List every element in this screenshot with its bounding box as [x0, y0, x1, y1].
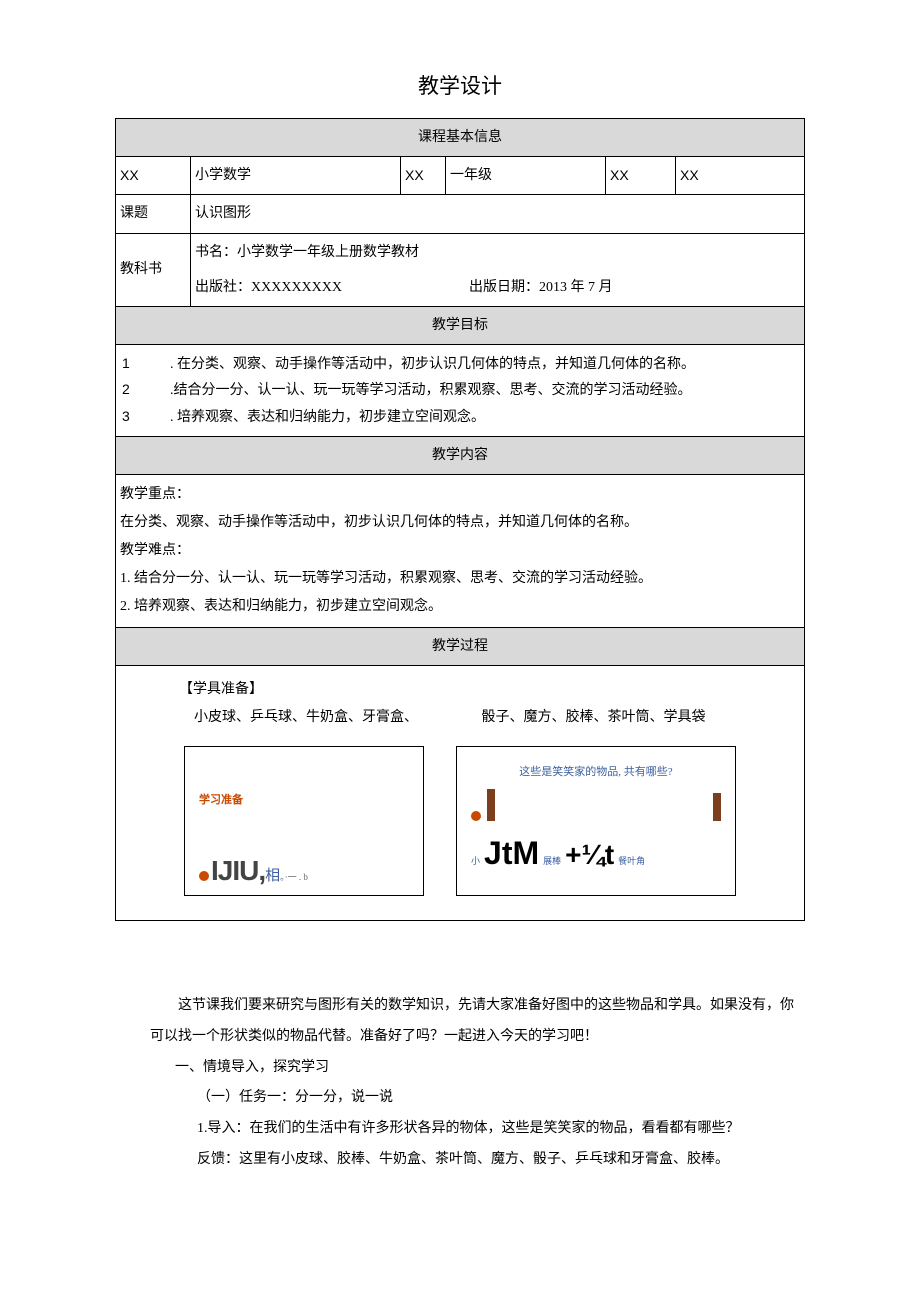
process-cell: 【学具准备】 小皮球、乒乓球、牛奶盒、牙膏盒、 骰子、魔方、胶棒、茶叶筒、学具袋… [116, 666, 805, 921]
box-right-row2: 小 JtM 展棒 +¼t 餐叶角 [471, 821, 721, 885]
body-h1: 一、情境导入，探究学习 [175, 1053, 805, 1084]
body-l2: 反馈：这里有小皮球、胶棒、牛奶盒、茶叶筒、魔方、骰子、乒乓球和牙膏盒、胶棒。 [197, 1145, 805, 1176]
prep-heading: 【学具准备】 [179, 676, 796, 704]
content-diff-2: 2. 培养观察、表达和归纳能力，初步建立空间观念。 [120, 593, 800, 621]
prep-items: 小皮球、乒乓球、牛奶盒、牙膏盒、 骰子、魔方、胶棒、茶叶筒、学具袋 [194, 704, 796, 732]
goal-1: 1. 在分类、观察、动手操作等活动中，初步认识几何体的特点，并知道几何体的名称。 [120, 351, 800, 377]
book-name-line: 书名：小学数学一年级上册数学教材 [195, 240, 800, 265]
info-row-1: XX 小学数学 XX 一年级 XX XX [116, 157, 805, 195]
illustration-left: 学习准备 IJIU,相。·一 . b [184, 746, 424, 896]
items-left: 小皮球、乒乓球、牛奶盒、牙膏盒、 [194, 710, 418, 725]
cell-book-label: 教科书 [116, 233, 191, 306]
cell-r1c1: XX [116, 157, 191, 195]
body-section: 这节课我们要来研究与图形有关的数学知识，先请大家准备好图中的这些物品和学具。如果… [115, 991, 805, 1176]
lesson-plan-table: 课程基本信息 XX 小学数学 XX 一年级 XX XX 课题 认识图形 教科书 … [115, 118, 805, 921]
publisher-text: 出版社：XXXXXXXXX [195, 280, 342, 295]
box-left-label: 学习准备 [199, 789, 409, 811]
pub-date-text: 出版日期：2013 年 7 月 [469, 280, 613, 295]
cell-r1c6: XX [676, 157, 805, 195]
dot-icon [199, 871, 209, 881]
document-title: 教学设计 [115, 70, 805, 100]
section-header-content: 教学内容 [116, 436, 805, 474]
cell-r1c5: XX [606, 157, 676, 195]
goal-3: 3. 培养观察、表达和归纳能力，初步建立空间观念。 [120, 404, 800, 430]
cell-book-value: 书名：小学数学一年级上册数学教材 出版社：XXXXXXXXX 出版日期：2013… [191, 233, 805, 306]
cell-topic-value: 认识图形 [191, 195, 805, 233]
body-h2: （一）任务一：分一分，说一说 [197, 1083, 805, 1114]
content-cell: 教学重点： 在分类、观察、动手操作等活动中，初步认识几何体的特点，并知道几何体的… [116, 474, 805, 627]
cell-r1c2: 小学数学 [191, 157, 401, 195]
content-diff-label: 教学难点： [120, 537, 800, 565]
goal-2: 2.结合分一分、认一认、玩一玩等学习活动，积累观察、思考、交流的学习活动经验。 [120, 377, 800, 403]
illustration-row: 学习准备 IJIU,相。·一 . b 这些是笑笑家的物品, 共有哪些? 小 [184, 746, 796, 896]
content-diff-1: 1. 结合分一分、认一认、玩一玩等学习活动，积累观察、思考、交流的学习活动经验。 [120, 565, 800, 593]
body-p1: 这节课我们要来研究与图形有关的数学知识，先请大家准备好图中的这些物品和学具。如果… [150, 991, 805, 1053]
illustration-right: 这些是笑笑家的物品, 共有哪些? 小 JtM 展棒 +¼t 餐叶角 [456, 746, 736, 896]
info-row-topic: 课题 认识图形 [116, 195, 805, 233]
content-key-label: 教学重点： [120, 481, 800, 509]
section-header-basic: 课程基本信息 [116, 119, 805, 157]
content-key-text: 在分类、观察、动手操作等活动中，初步认识几何体的特点，并知道几何体的名称。 [120, 509, 800, 537]
section-header-goals: 教学目标 [116, 306, 805, 344]
bar-icon [487, 789, 495, 821]
info-row-book: 教科书 书名：小学数学一年级上册数学教材 出版社：XXXXXXXXX 出版日期：… [116, 233, 805, 306]
box-right-row1 [471, 789, 721, 821]
cell-r1c3: XX [401, 157, 446, 195]
cell-r1c4: 一年级 [446, 157, 606, 195]
bar-icon [713, 793, 721, 821]
box-right-title: 这些是笑笑家的物品, 共有哪些? [471, 761, 721, 783]
items-right: 骰子、魔方、胶棒、茶叶筒、学具袋 [482, 704, 706, 732]
box-right-row3: W* [471, 885, 721, 896]
section-header-process: 教学过程 [116, 627, 805, 665]
body-l1: 1.导入：在我们的生活中有许多形状各异的物体，这些是笑笑家的物品，看看都有哪些？ [197, 1114, 805, 1145]
box-left-content: IJIU,相。·一 . b [199, 843, 409, 896]
dot-icon [471, 811, 481, 821]
cell-topic-label: 课题 [116, 195, 191, 233]
goals-cell: 1. 在分类、观察、动手操作等活动中，初步认识几何体的特点，并知道几何体的名称。… [116, 345, 805, 437]
